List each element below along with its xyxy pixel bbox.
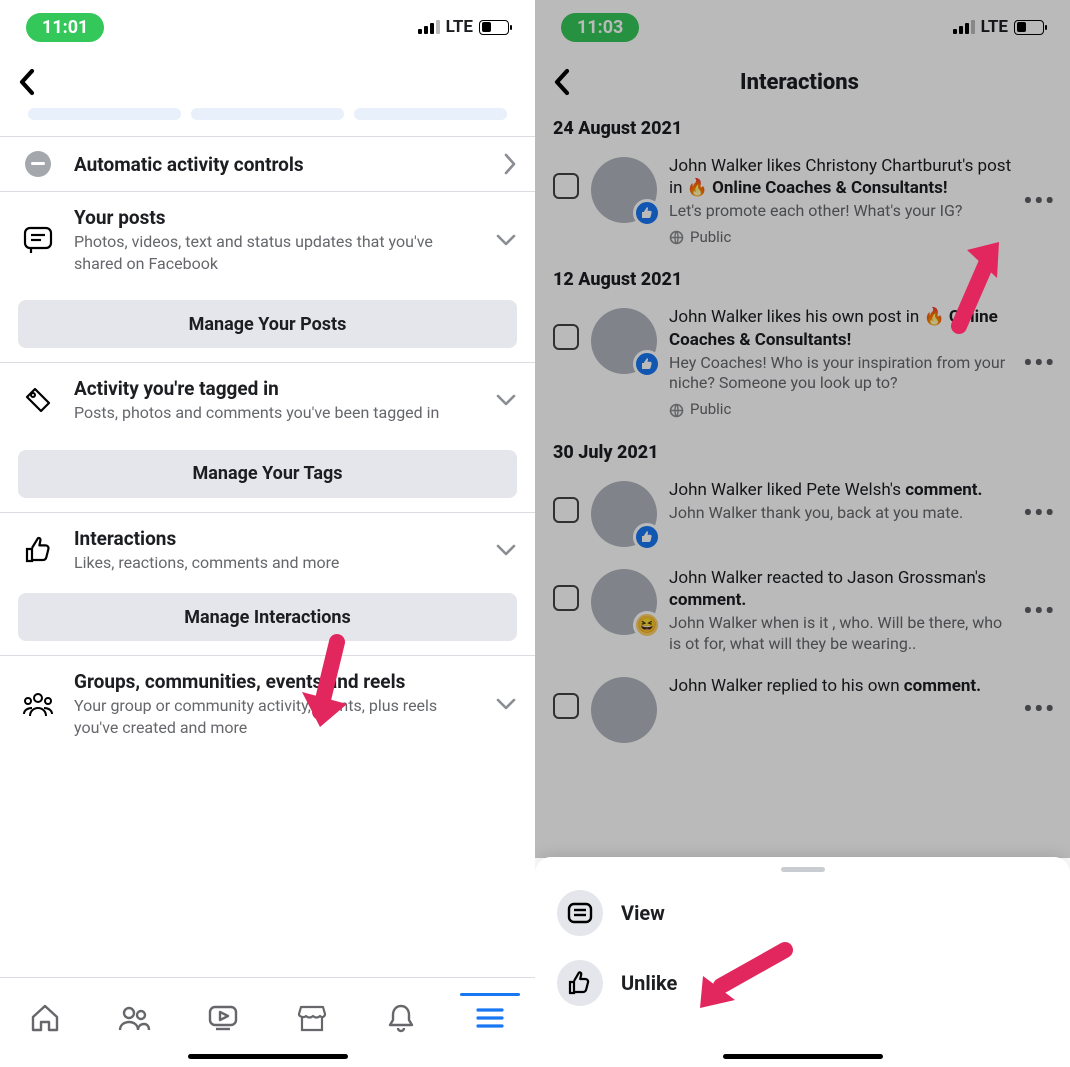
row-title: Groups, communities, events and reels — [74, 670, 479, 693]
interaction-row[interactable]: John Walker likes Christony Chartburut's… — [535, 145, 1070, 257]
interaction-row[interactable]: John Walker replied to his own comment. •… — [535, 665, 1070, 753]
post-icon — [18, 226, 58, 254]
minus-circle-icon — [25, 151, 51, 177]
row-your-posts[interactable]: Your posts Photos, videos, text and stat… — [0, 192, 535, 288]
status-right: LTE — [953, 17, 1044, 37]
interaction-row[interactable]: John Walker liked Pete Welsh's comment.J… — [535, 469, 1070, 557]
network-label: LTE — [981, 17, 1008, 37]
date-header: 12 August 2021 — [535, 257, 1070, 296]
avatar — [591, 157, 657, 223]
signal-icon — [418, 20, 440, 34]
network-label: LTE — [446, 17, 473, 37]
tab-friends[interactable] — [104, 992, 164, 1032]
row-interactions[interactable]: Interactions Likes, reactions, comments … — [0, 513, 535, 582]
battery-icon — [1014, 20, 1044, 35]
row-tagged[interactable]: Activity you're tagged in Posts, photos … — [0, 363, 535, 438]
like-badge-icon — [633, 523, 661, 551]
avatar — [591, 677, 657, 743]
like-badge-icon — [633, 350, 661, 378]
sheet-view[interactable]: View — [535, 878, 1070, 948]
pill[interactable] — [354, 108, 507, 120]
back-button[interactable] — [18, 68, 36, 96]
manage-interactions-button[interactable]: Manage Interactions — [18, 593, 517, 641]
like-icon — [18, 535, 58, 565]
row-subtitle: Likes, reactions, comments and more — [74, 552, 479, 574]
avatar: 😆 — [591, 569, 657, 635]
interaction-row[interactable]: 😆John Walker reacted to Jason Grossman's… — [535, 557, 1070, 665]
bottom-sheet: View Unlike — [535, 857, 1070, 1067]
interaction-text: John Walker liked Pete Welsh's comment.J… — [669, 479, 1011, 524]
tab-marketplace[interactable] — [282, 991, 342, 1033]
chevron-down-icon — [495, 233, 517, 247]
filter-pills — [0, 106, 535, 136]
laugh-badge-icon: 😆 — [633, 611, 661, 639]
row-title: Activity you're tagged in — [74, 377, 479, 400]
manage-posts-button[interactable]: Manage Your Posts — [18, 300, 517, 348]
pill[interactable] — [28, 108, 181, 120]
tab-home[interactable] — [15, 991, 75, 1033]
unlike-icon — [557, 960, 603, 1006]
more-options-icon[interactable]: ••• — [1023, 499, 1056, 527]
row-title: Interactions — [74, 527, 479, 550]
row-subtitle: Your group or community activity, events… — [74, 695, 479, 738]
avatar — [591, 308, 657, 374]
checkbox[interactable] — [553, 693, 579, 719]
manage-tags-button[interactable]: Manage Your Tags — [18, 450, 517, 498]
home-indicator — [723, 1054, 883, 1059]
chevron-down-icon — [495, 697, 517, 711]
checkbox[interactable] — [553, 324, 579, 350]
like-badge-icon — [633, 199, 661, 227]
interaction-text: John Walker likes his own post in 🔥 Onli… — [669, 306, 1011, 419]
chevron-down-icon — [495, 543, 517, 557]
interaction-text: John Walker likes Christony Chartburut's… — [669, 155, 1011, 247]
tab-notifications[interactable] — [371, 991, 431, 1033]
pill[interactable] — [191, 108, 344, 120]
sheet-unlike[interactable]: Unlike — [535, 948, 1070, 1018]
row-groups[interactable]: Groups, communities, events and reels Yo… — [0, 656, 535, 752]
battery-icon — [479, 20, 509, 35]
tag-icon — [18, 385, 58, 415]
view-icon — [557, 890, 603, 936]
avatar — [591, 481, 657, 547]
status-bar: 11:01 LTE — [0, 0, 535, 54]
checkbox[interactable] — [553, 497, 579, 523]
sheet-view-label: View — [621, 901, 665, 925]
checkbox[interactable] — [553, 173, 579, 199]
chevron-right-icon — [503, 152, 517, 176]
row-title: Your posts — [74, 206, 479, 229]
date-header: 24 August 2021 — [535, 106, 1070, 145]
more-options-icon[interactable]: ••• — [1023, 695, 1056, 723]
signal-icon — [953, 20, 975, 34]
sheet-unlike-label: Unlike — [621, 971, 677, 995]
time-pill: 11:01 — [26, 13, 104, 42]
more-options-icon[interactable]: ••• — [1023, 597, 1056, 625]
interaction-text: John Walker reacted to Jason Grossman's … — [669, 567, 1011, 655]
more-options-icon[interactable]: ••• — [1023, 349, 1056, 377]
chevron-down-icon — [495, 393, 517, 407]
interaction-text: John Walker replied to his own comment. — [669, 675, 1011, 697]
time-pill: 11:03 — [561, 13, 639, 42]
status-right: LTE — [418, 17, 509, 37]
checkbox[interactable] — [553, 585, 579, 611]
row-auto-activity[interactable]: Automatic activity controls — [0, 137, 535, 191]
header: Interactions — [535, 54, 1070, 106]
tab-menu[interactable] — [460, 994, 520, 1030]
home-indicator — [188, 1054, 348, 1059]
tab-watch[interactable] — [193, 992, 253, 1032]
row-subtitle: Posts, photos and comments you've been t… — [74, 402, 479, 424]
row-title: Automatic activity controls — [74, 153, 487, 176]
sheet-grabber[interactable] — [781, 867, 825, 872]
row-subtitle: Photos, videos, text and status updates … — [74, 231, 479, 274]
more-options-icon[interactable]: ••• — [1023, 187, 1056, 215]
status-bar: 11:03 LTE — [535, 0, 1070, 54]
groups-icon — [18, 690, 58, 718]
date-header: 30 July 2021 — [535, 430, 1070, 469]
header — [0, 54, 535, 106]
page-title: Interactions — [547, 70, 1052, 95]
interaction-row[interactable]: John Walker likes his own post in 🔥 Onli… — [535, 296, 1070, 429]
